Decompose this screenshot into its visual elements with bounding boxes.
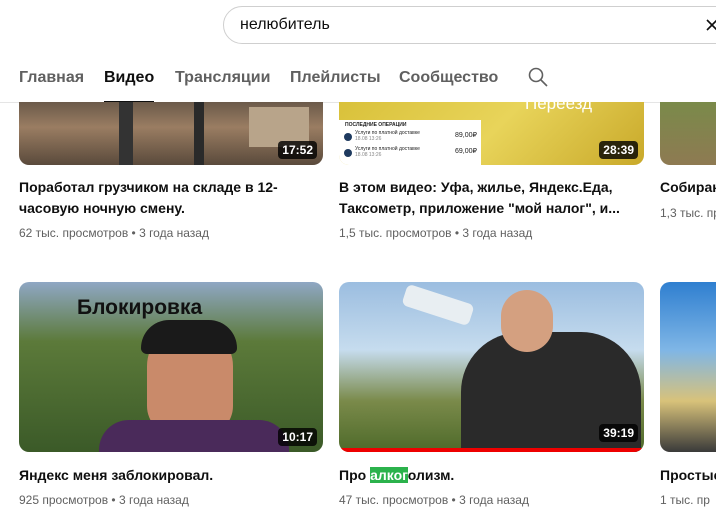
video-title-line: В этом видео: Уфа, жилье, Яндекс.Еда, bbox=[339, 179, 613, 195]
tab-playlists[interactable]: Плейлисты bbox=[290, 69, 381, 101]
operation-amount: 89,00₽ bbox=[455, 132, 477, 139]
bag-icon bbox=[344, 149, 352, 157]
video-thumbnail[interactable]: 39:19 bbox=[339, 282, 644, 452]
search-input[interactable]: нелюбитель bbox=[223, 6, 716, 44]
tab-home[interactable]: Главная bbox=[19, 69, 84, 101]
video-title-part: Про bbox=[339, 467, 371, 483]
video-meta: 1,5 тыс. просмотров • 3 года назад bbox=[339, 226, 533, 240]
duration-badge: 39:19 bbox=[599, 424, 638, 442]
shirt-shape bbox=[99, 420, 289, 452]
duration-badge: 17:52 bbox=[278, 141, 317, 159]
video-title[interactable]: В этом видео: Уфа, жилье, Яндекс.Еда, Та… bbox=[339, 177, 644, 219]
operations-header: ПОСЛЕДНИЕ ОПЕРАЦИИ bbox=[345, 122, 407, 128]
video-thumbnail[interactable] bbox=[660, 102, 716, 165]
video-meta: 62 тыс. просмотров • 3 года назад bbox=[19, 226, 209, 240]
face-shape bbox=[501, 290, 553, 352]
bag-icon bbox=[344, 133, 352, 141]
duration-badge: 10:17 bbox=[278, 428, 317, 446]
watch-progress-bar bbox=[339, 448, 644, 452]
video-title[interactable]: Про алкоголизм. bbox=[339, 465, 644, 486]
close-icon[interactable] bbox=[704, 17, 716, 33]
video-title[interactable]: Яндекс меня заблокировал. bbox=[19, 465, 319, 486]
video-title-line: часовую ночную смену. bbox=[19, 200, 185, 216]
search-query: нелюбитель bbox=[240, 16, 330, 33]
video-title-line: Таксометр, приложение "мой налог", и... bbox=[339, 200, 620, 216]
cap-shape bbox=[141, 320, 237, 354]
bottle-shape bbox=[401, 283, 475, 327]
operations-card: ПОСЛЕДНИЕ ОПЕРАЦИИ Услуги по платной дос… bbox=[339, 120, 481, 165]
search-icon[interactable] bbox=[527, 66, 549, 88]
search-highlight: алког bbox=[370, 467, 408, 483]
video-thumbnail[interactable]: 17:52 bbox=[19, 102, 323, 165]
channel-tabs: Главная Видео Трансляции Плейлисты Сообщ… bbox=[0, 56, 716, 103]
video-title[interactable]: Поработал грузчиком на складе в 12- часо… bbox=[19, 177, 319, 219]
video-title-line: Поработал грузчиком на складе в 12- bbox=[19, 179, 278, 195]
video-meta: 1,3 тыс. пр bbox=[660, 206, 716, 220]
video-title[interactable]: Простые bbox=[660, 465, 716, 486]
top-bar: нелюбитель bbox=[0, 0, 716, 56]
video-thumbnail[interactable] bbox=[660, 282, 716, 452]
video-thumbnail[interactable]: Переезд ПОСЛЕДНИЕ ОПЕРАЦИИ Услуги по пла… bbox=[339, 102, 644, 165]
video-title-part: олизм. bbox=[407, 467, 455, 483]
tab-streams[interactable]: Трансляции bbox=[175, 69, 270, 101]
tab-videos[interactable]: Видео bbox=[104, 69, 155, 103]
tab-community[interactable]: Сообщество bbox=[399, 69, 498, 101]
duration-badge: 28:39 bbox=[599, 141, 638, 159]
thumbnail-caption: Переезд bbox=[525, 102, 593, 113]
thumbnail-caption: Блокировка bbox=[77, 296, 203, 319]
operation-amount: 69,00₽ bbox=[455, 148, 477, 155]
video-title[interactable]: Собирак bbox=[660, 177, 716, 198]
video-thumbnail[interactable]: Блокировка 10:17 bbox=[19, 282, 323, 452]
